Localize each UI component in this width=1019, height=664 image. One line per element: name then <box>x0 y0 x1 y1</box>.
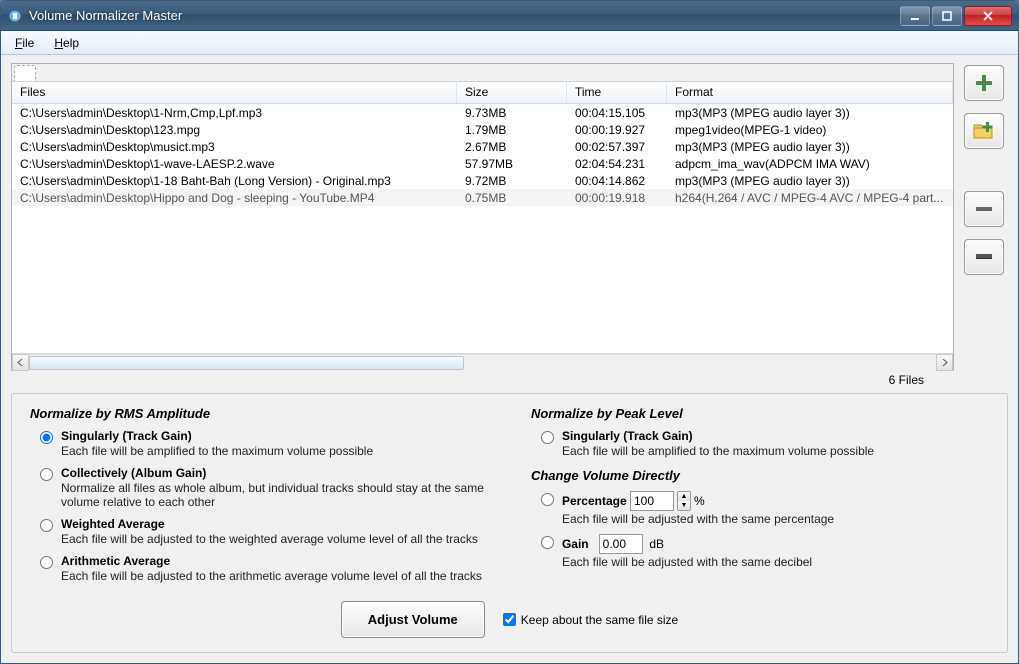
rms-collective-radio[interactable] <box>40 468 53 481</box>
adjust-volume-button[interactable]: Adjust Volume <box>341 601 485 638</box>
options-panel: Normalize by RMS Amplitude Singularly (T… <box>11 393 1008 653</box>
rms-weighted-label: Weighted Average <box>61 517 478 531</box>
content-area: Files Size Time Format C:\Users\admin\De… <box>1 55 1018 663</box>
remove-button[interactable] <box>964 191 1004 227</box>
rms-singular-label: Singularly (Track Gain) <box>61 429 373 443</box>
side-buttons <box>964 63 1008 387</box>
table-row[interactable]: C:\Users\admin\Desktop\1-Nrm,Cmp,Lpf.mp3… <box>12 104 953 121</box>
percentage-spinner[interactable]: ▲▼ <box>677 491 691 511</box>
gain-unit: dB <box>649 537 664 551</box>
table-cell: 00:04:15.105 <box>567 106 667 120</box>
file-count-label: 6 Files <box>11 373 954 387</box>
col-header-format[interactable]: Format <box>667 82 953 103</box>
percentage-unit: % <box>694 494 705 508</box>
scroll-thumb[interactable] <box>29 356 464 370</box>
table-cell: 00:00:19.918 <box>567 191 667 205</box>
maximize-button[interactable] <box>932 6 962 26</box>
table-cell: mpeg1video(MPEG-1 video) <box>667 123 953 137</box>
table-row[interactable]: C:\Users\admin\Desktop\1-18 Baht-Bah (Lo… <box>12 172 953 189</box>
table-header: Files Size Time Format <box>12 82 953 104</box>
menu-help[interactable]: Help <box>44 31 89 54</box>
peak-singular-label: Singularly (Track Gain) <box>562 429 874 443</box>
table-row[interactable]: C:\Users\admin\Desktop\1-wave-LAESP.2.wa… <box>12 155 953 172</box>
keep-size-label: Keep about the same file size <box>521 613 678 627</box>
direct-gain-radio[interactable] <box>541 536 554 549</box>
menubar: File Help <box>1 31 1018 55</box>
table-cell: h264(H.264 / AVC / MPEG-4 AVC / MPEG-4 p… <box>667 191 953 205</box>
col-header-size[interactable]: Size <box>457 82 567 103</box>
table-row[interactable]: C:\Users\admin\Desktop\Hippo and Dog - s… <box>12 189 953 206</box>
direct-percentage-radio[interactable] <box>541 493 554 506</box>
table-cell: C:\Users\admin\Desktop\123.mpg <box>12 123 457 137</box>
table-cell: 9.72MB <box>457 174 567 188</box>
rms-section-title: Normalize by RMS Amplitude <box>30 406 511 421</box>
table-cell: 2.67MB <box>457 140 567 154</box>
rms-singular-desc: Each file will be amplified to the maxim… <box>61 444 373 458</box>
direct-gain-label: Gain <box>562 537 589 551</box>
table-cell: mp3(MP3 (MPEG audio layer 3)) <box>667 174 953 188</box>
gain-input[interactable] <box>599 534 643 554</box>
rms-arith-label: Arithmetic Average <box>61 554 482 568</box>
add-folder-button[interactable] <box>964 113 1004 149</box>
table-cell: 0.75MB <box>457 191 567 205</box>
add-file-button[interactable] <box>964 65 1004 101</box>
table-body[interactable]: C:\Users\admin\Desktop\1-Nrm,Cmp,Lpf.mp3… <box>12 104 953 353</box>
scroll-track[interactable] <box>29 354 936 371</box>
peak-section-title: Normalize by Peak Level <box>531 406 989 421</box>
rms-collective-desc: Normalize all files as whole album, but … <box>61 481 511 509</box>
horizontal-scrollbar[interactable] <box>12 353 953 370</box>
col-header-time[interactable]: Time <box>567 82 667 103</box>
rms-arith-radio[interactable] <box>40 556 53 569</box>
rms-arith-desc: Each file will be adjusted to the arithm… <box>61 569 482 583</box>
direct-section-title: Change Volume Directly <box>531 468 989 483</box>
menu-file[interactable]: File <box>5 31 44 54</box>
table-cell: 02:04:54.231 <box>567 157 667 171</box>
keep-size-checkbox[interactable] <box>503 613 516 626</box>
app-icon <box>7 8 23 24</box>
table-cell: 00:00:19.927 <box>567 123 667 137</box>
table-cell: 1.79MB <box>457 123 567 137</box>
table-cell: C:\Users\admin\Desktop\musict.mp3 <box>12 140 457 154</box>
table-cell: C:\Users\admin\Desktop\1-wave-LAESP.2.wa… <box>12 157 457 171</box>
scroll-right-arrow[interactable] <box>936 354 953 371</box>
table-tab-strip <box>12 64 953 82</box>
rms-weighted-radio[interactable] <box>40 519 53 532</box>
table-cell: 57.97MB <box>457 157 567 171</box>
scroll-left-arrow[interactable] <box>12 354 29 371</box>
table-cell: adpcm_ima_wav(ADPCM IMA WAV) <box>667 157 953 171</box>
table-cell: C:\Users\admin\Desktop\1-18 Baht-Bah (Lo… <box>12 174 457 188</box>
table-row[interactable]: C:\Users\admin\Desktop\123.mpg1.79MB00:0… <box>12 121 953 138</box>
table-cell: 00:02:57.397 <box>567 140 667 154</box>
file-table: Files Size Time Format C:\Users\admin\De… <box>11 63 954 371</box>
table-cell: mp3(MP3 (MPEG audio layer 3)) <box>667 140 953 154</box>
rms-singular-radio[interactable] <box>40 431 53 444</box>
minimize-button[interactable] <box>900 6 930 26</box>
table-cell: mp3(MP3 (MPEG audio layer 3)) <box>667 106 953 120</box>
close-button[interactable] <box>964 6 1012 26</box>
percentage-input[interactable] <box>630 491 674 511</box>
peak-singular-radio[interactable] <box>541 431 554 444</box>
table-cell: 9.73MB <box>457 106 567 120</box>
table-row[interactable]: C:\Users\admin\Desktop\musict.mp32.67MB0… <box>12 138 953 155</box>
direct-percentage-label: Percentage <box>562 494 627 508</box>
app-window: Volume Normalizer Master File Help Files… <box>0 0 1019 664</box>
window-title: Volume Normalizer Master <box>29 8 900 23</box>
peak-singular-desc: Each file will be amplified to the maxim… <box>562 444 874 458</box>
col-header-files[interactable]: Files <box>12 82 457 103</box>
rms-collective-label: Collectively (Album Gain) <box>61 466 511 480</box>
titlebar[interactable]: Volume Normalizer Master <box>1 1 1018 31</box>
table-cell: 00:04:14.862 <box>567 174 667 188</box>
table-cell: C:\Users\admin\Desktop\1-Nrm,Cmp,Lpf.mp3 <box>12 106 457 120</box>
rms-weighted-desc: Each file will be adjusted to the weight… <box>61 532 478 546</box>
clear-button[interactable] <box>964 239 1004 275</box>
direct-gain-desc: Each file will be adjusted with the same… <box>562 555 812 569</box>
table-cell: C:\Users\admin\Desktop\Hippo and Dog - s… <box>12 191 457 205</box>
table-tab[interactable] <box>14 65 36 81</box>
direct-percentage-desc: Each file will be adjusted with the same… <box>562 512 834 526</box>
